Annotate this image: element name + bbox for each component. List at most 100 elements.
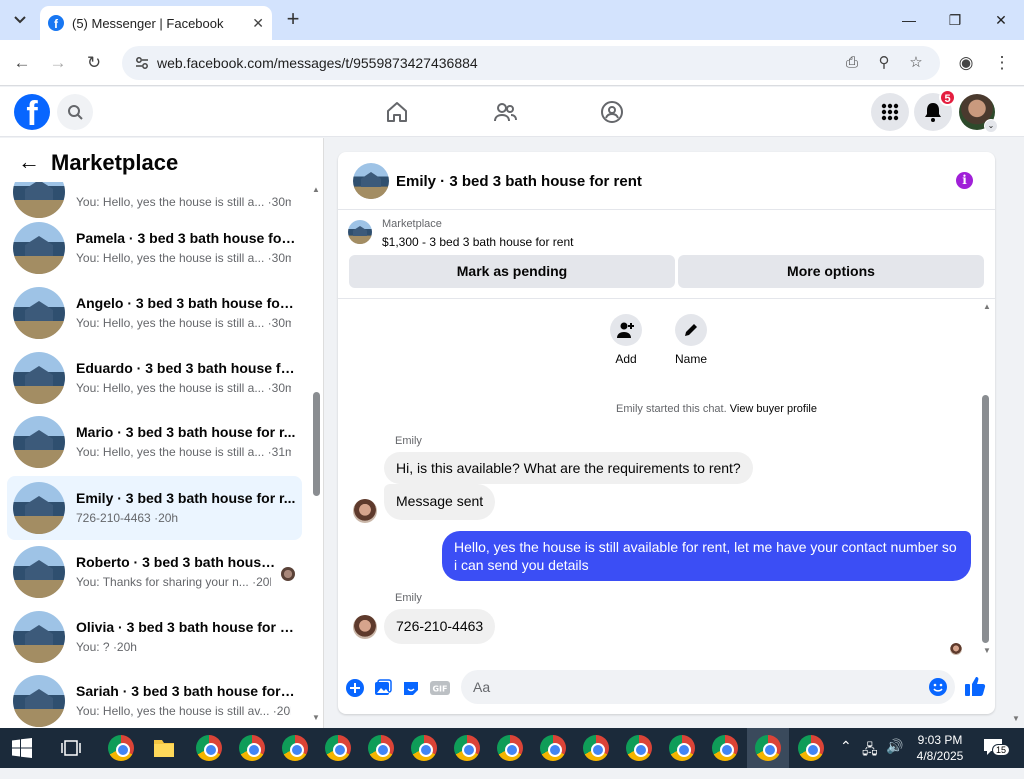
chrome-taskbar-icon[interactable] [108, 735, 134, 761]
incoming-message[interactable]: Hi, is this available? What are the requ… [384, 452, 753, 484]
sidebar-scrollbar[interactable] [313, 392, 320, 496]
chrome-taskbar-icon[interactable] [454, 735, 480, 761]
chrome-taskbar-icon[interactable] [196, 735, 222, 761]
conversation-item[interactable]: Mario · 3 bed 3 bath house for r... You:… [7, 410, 302, 474]
reload-icon[interactable]: ↻ [83, 52, 105, 74]
chrome-taskbar-icon[interactable] [325, 735, 351, 761]
close-tab-icon[interactable]: ✕ [252, 15, 264, 32]
forward-icon[interactable]: → [47, 52, 69, 74]
volume-icon[interactable]: 🔊 [886, 738, 903, 778]
back-icon[interactable]: ← [11, 52, 33, 74]
back-arrow-icon[interactable]: ← [18, 151, 40, 173]
scroll-down-arrow-icon[interactable]: ▼ [983, 646, 991, 655]
conversation-item[interactable]: Pamela · 3 bed 3 bath house for... You: … [7, 216, 302, 280]
search-button[interactable] [57, 94, 93, 130]
chrome-taskbar-icon[interactable] [282, 735, 308, 761]
add-contact-action[interactable]: Add [596, 314, 656, 366]
listing-price[interactable]: $1,300 - 3 bed 3 bath house for rent [382, 235, 573, 249]
task-view-button[interactable] [60, 737, 82, 759]
show-hidden-icons-icon[interactable]: ⌃ [840, 738, 852, 778]
conversation-name: Roberto · 3 bed 3 bath house ... [76, 554, 281, 570]
incoming-message[interactable]: Message sent [384, 484, 496, 520]
listing-thumbnail [13, 352, 65, 404]
facebook-logo[interactable]: f [14, 94, 50, 130]
conversation-last-message: You: Hello, yes the house is still a... … [76, 316, 291, 330]
conversation-item[interactable]: Sariah · 3 bed 3 bath house for r... You… [7, 669, 302, 728]
page-scroll-down-icon[interactable]: ▼ [1012, 714, 1020, 723]
chrome-taskbar-icon[interactable] [368, 735, 394, 761]
chrome-taskbar-icon[interactable] [540, 735, 566, 761]
chrome-taskbar-icon[interactable] [798, 735, 824, 761]
browser-menu-icon[interactable]: ⋮ [991, 52, 1013, 74]
home-nav[interactable] [382, 97, 412, 127]
profile-icon[interactable]: ◉ [955, 52, 977, 74]
svg-text:GIF: GIF [432, 685, 447, 694]
view-buyer-profile-link[interactable]: View buyer profile [730, 403, 817, 415]
conversation-item[interactable]: Roberto · 3 bed 3 bath house ... You: Th… [7, 540, 302, 604]
chrome-taskbar-icon-active[interactable] [755, 735, 781, 761]
maximize-button[interactable]: ❐ [943, 8, 967, 32]
emoji-button[interactable] [928, 677, 948, 697]
chat-title[interactable]: Emily · 3 bed 3 bath house for rent [396, 173, 642, 190]
conversation-item-active[interactable]: Emily · 3 bed 3 bath house for r... 726-… [7, 476, 302, 540]
sticker-icon [404, 682, 418, 695]
scroll-up-arrow-icon[interactable]: ▲ [983, 302, 991, 311]
chrome-taskbar-icon[interactable] [669, 735, 695, 761]
network-icon[interactable]: 🖧 [862, 739, 878, 779]
grid-menu-icon [881, 103, 899, 121]
more-actions-button[interactable] [345, 678, 365, 698]
account-avatar[interactable]: ⌄ [959, 94, 998, 133]
file-explorer-icon[interactable] [151, 735, 177, 761]
seen-avatar [281, 567, 295, 581]
home-icon [387, 102, 407, 122]
mark-as-pending-button[interactable]: Mark as pending [349, 255, 675, 288]
gif-icon: GIF [430, 681, 450, 695]
chat-header: Emily · 3 bed 3 bath house for rent i [338, 152, 995, 210]
sender-avatar[interactable] [353, 615, 377, 639]
sender-avatar[interactable] [353, 499, 377, 523]
tab-search-button[interactable] [8, 8, 32, 32]
info-icon[interactable]: i [956, 172, 973, 189]
like-button[interactable] [964, 675, 986, 697]
chrome-taskbar-icon[interactable] [583, 735, 609, 761]
chrome-taskbar-icon[interactable] [497, 735, 523, 761]
new-tab-button[interactable]: + [282, 8, 304, 30]
install-app-icon[interactable]: ⎙ [842, 53, 862, 73]
listing-thumbnail [13, 611, 65, 663]
chrome-taskbar-icon[interactable] [239, 735, 265, 761]
conversation-item[interactable]: Angelo · 3 bed 3 bath house for... You: … [7, 281, 302, 345]
conversation-item[interactable]: Eduardo · 3 bed 3 bath house fo... You: … [7, 346, 302, 410]
close-window-button[interactable]: ✕ [989, 8, 1013, 32]
zoom-icon[interactable]: ⚲ [874, 53, 894, 73]
scroll-down-arrow-icon[interactable]: ▼ [312, 713, 320, 722]
chat-listing-thumbnail[interactable] [353, 163, 389, 199]
menu-button[interactable] [871, 93, 909, 131]
chrome-taskbar-icon[interactable] [626, 735, 652, 761]
listing-thumbnail[interactable] [348, 220, 372, 244]
address-bar[interactable]: web.facebook.com/messages/t/955987342743… [122, 46, 940, 80]
message-input[interactable] [461, 670, 955, 704]
friends-nav[interactable] [490, 97, 520, 127]
name-contact-action[interactable]: Name [661, 314, 721, 366]
conversation-item[interactable]: Olivia · 3 bed 3 bath house for r... You… [7, 605, 302, 669]
attach-photo-button[interactable] [373, 678, 393, 698]
chrome-taskbar-icon[interactable] [712, 735, 738, 761]
minimize-button[interactable]: — [897, 8, 921, 32]
system-clock[interactable]: 9:03 PM 4/8/2025 [905, 732, 975, 764]
sticker-button[interactable] [401, 678, 421, 698]
action-center-button[interactable]: 15 [983, 738, 1011, 758]
scroll-up-arrow-icon[interactable]: ▲ [312, 185, 320, 194]
tab-strip: f (5) Messenger | Facebook ✕ + — ❐ ✕ [0, 0, 1024, 40]
gif-button[interactable]: GIF [430, 678, 450, 698]
bookmark-star-icon[interactable]: ☆ [906, 53, 926, 73]
chrome-taskbar-icon[interactable] [411, 735, 437, 761]
notifications-button[interactable]: 5 [914, 89, 956, 131]
start-button[interactable] [12, 738, 32, 758]
more-options-button[interactable]: More options [678, 255, 984, 288]
groups-nav[interactable] [597, 97, 627, 127]
outgoing-message[interactable]: Hello, yes the house is still available … [442, 531, 971, 581]
browser-tab[interactable]: f (5) Messenger | Facebook ✕ [40, 6, 272, 40]
incoming-message[interactable]: 726-210-4463 [384, 609, 496, 644]
chat-scrollbar[interactable] [982, 395, 989, 643]
site-info-icon[interactable] [134, 55, 150, 71]
